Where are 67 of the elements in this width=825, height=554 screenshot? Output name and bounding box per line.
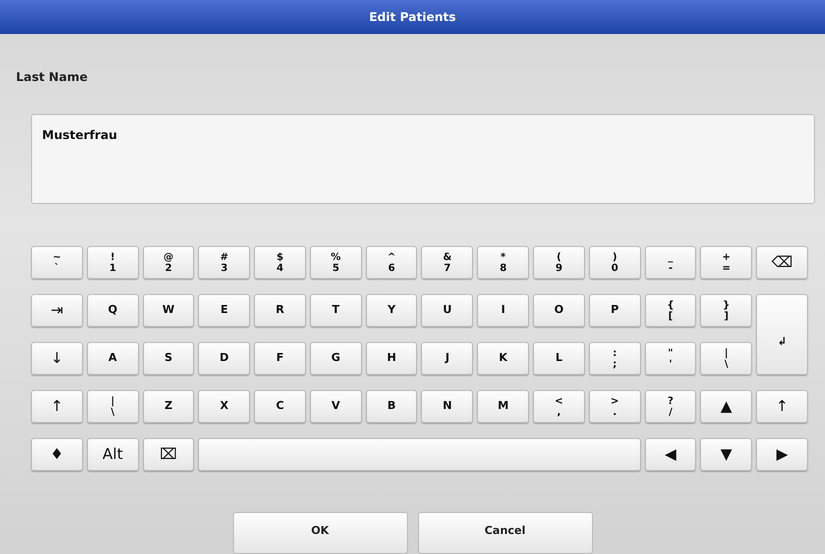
key[interactable]: # 3 [198, 246, 250, 279]
key[interactable]: V [310, 390, 362, 423]
key[interactable]: E [198, 294, 250, 327]
key[interactable]: > . [588, 390, 641, 423]
key[interactable]: ↓ [31, 342, 83, 375]
key[interactable]: C [254, 390, 306, 423]
key[interactable]: ◀ [644, 438, 696, 471]
key[interactable]: ▶ [756, 438, 808, 471]
key[interactable]: ! 1 [86, 246, 139, 279]
ok-button[interactable]: OK [232, 512, 408, 554]
key[interactable]: T [310, 294, 362, 327]
key[interactable]: Z [142, 390, 194, 423]
alt-key[interactable]: Alt [86, 438, 139, 471]
key[interactable]: ⌫ [756, 246, 808, 279]
cancel-button[interactable]: Cancel [418, 512, 592, 554]
space-key[interactable] [198, 438, 641, 471]
key[interactable]: J [421, 342, 474, 375]
key[interactable]: M [477, 390, 530, 423]
key[interactable]: ~ ` [31, 246, 83, 279]
key[interactable]: + = [700, 246, 752, 279]
key[interactable]: X [198, 390, 250, 423]
key[interactable]: ⇥ [31, 294, 83, 327]
key[interactable]: ▲ [700, 390, 752, 423]
key[interactable]: N [421, 390, 474, 423]
key[interactable]: | \ [700, 342, 752, 375]
key[interactable]: I [477, 294, 530, 327]
key[interactable]: : ; [588, 342, 641, 375]
key[interactable]: ↑ [756, 390, 808, 423]
key[interactable]: * 8 [477, 246, 530, 279]
key[interactable]: U [421, 294, 474, 327]
window-title: Edit Patients [0, 0, 825, 34]
key[interactable]: G [310, 342, 362, 375]
field-label: Last Name [16, 70, 89, 84]
key[interactable]: B [366, 390, 418, 423]
key[interactable]: ? / [644, 390, 696, 423]
key[interactable]: S [142, 342, 194, 375]
enter-key[interactable]: ↲ [756, 294, 808, 375]
key[interactable]: ( 9 [533, 246, 585, 279]
key[interactable]: Q [86, 294, 139, 327]
key[interactable]: O [533, 294, 585, 327]
key[interactable]: " ' [644, 342, 696, 375]
key[interactable]: < , [533, 390, 585, 423]
key[interactable]: P [588, 294, 641, 327]
key[interactable]: | \ [86, 390, 139, 423]
key[interactable]: ♦ [31, 438, 83, 471]
key[interactable]: L [533, 342, 585, 375]
key[interactable]: D [198, 342, 250, 375]
key[interactable]: } ] [700, 294, 752, 327]
key[interactable]: K [477, 342, 530, 375]
key[interactable]: @ 2 [142, 246, 194, 279]
key[interactable]: ▼ [700, 438, 752, 471]
key[interactable]: H [366, 342, 418, 375]
key[interactable]: ↑ [31, 390, 83, 423]
key[interactable]: W [142, 294, 194, 327]
key[interactable]: A [86, 342, 139, 375]
key[interactable]: F [254, 342, 306, 375]
key[interactable]: Y [366, 294, 418, 327]
input-field[interactable]: Musterfrau [31, 114, 815, 204]
key[interactable]: ^ 6 [366, 246, 418, 279]
key[interactable]: $ 4 [254, 246, 306, 279]
key[interactable]: ⌧ [142, 438, 194, 471]
key[interactable]: ) 0 [588, 246, 641, 279]
key[interactable]: _ - [644, 246, 696, 279]
key[interactable]: % 5 [310, 246, 362, 279]
key[interactable]: R [254, 294, 306, 327]
key[interactable]: & 7 [421, 246, 474, 279]
key[interactable]: { [ [644, 294, 696, 327]
